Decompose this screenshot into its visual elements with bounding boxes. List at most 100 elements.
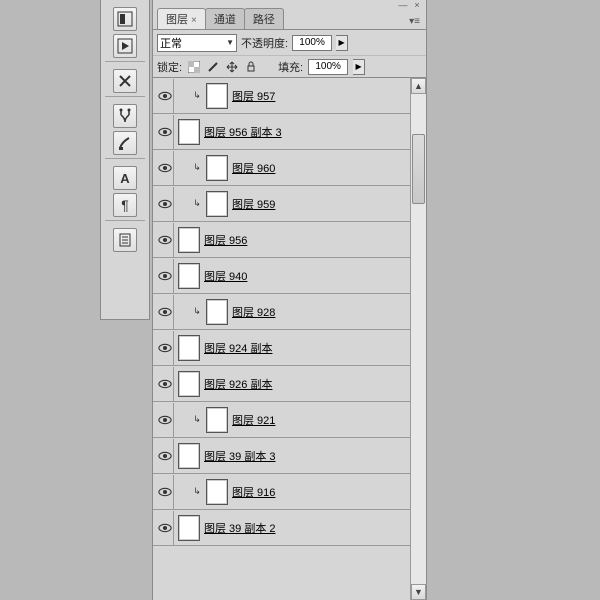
chevron-down-icon: ▼ <box>226 38 234 47</box>
blend-mode-value: 正常 <box>160 35 182 51</box>
scrollbar: ▲ ▼ <box>410 78 426 600</box>
layer-name[interactable]: 图层 959 <box>232 196 275 212</box>
opacity-label: 不透明度: <box>241 35 288 51</box>
visibility-toggle[interactable] <box>156 331 174 365</box>
layer-row[interactable]: ↳ 图层 957 <box>153 78 410 114</box>
lock-brush-icon[interactable] <box>206 60 220 74</box>
tool-masks-icon[interactable] <box>113 7 137 31</box>
tool-brush-icon[interactable] <box>113 131 137 155</box>
visibility-toggle[interactable] <box>156 439 174 473</box>
fill-label: 填充: <box>278 59 303 75</box>
layer-name[interactable]: 图层 924 副本 <box>204 340 272 356</box>
layer-row[interactable]: 图层 924 副本 <box>153 330 410 366</box>
visibility-toggle[interactable] <box>156 79 174 113</box>
layer-row[interactable]: 图层 956 <box>153 222 410 258</box>
lock-all-icon[interactable] <box>244 60 258 74</box>
panel-tabs: 图层× 通道 路径 ▾≡ <box>153 10 426 30</box>
close-icon[interactable]: × <box>412 1 422 9</box>
tool-fork-icon[interactable] <box>113 104 137 128</box>
layer-thumbnail[interactable] <box>206 479 228 505</box>
layer-thumbnail[interactable] <box>178 371 200 397</box>
scroll-track[interactable] <box>411 94 426 584</box>
layer-row[interactable]: ↳ 图层 928 <box>153 294 410 330</box>
tool-crossed-icon[interactable] <box>113 69 137 93</box>
panel-menu-icon[interactable]: ▾≡ <box>407 14 422 29</box>
scroll-down-button[interactable]: ▼ <box>411 584 426 600</box>
lock-fill-row: 锁定: 填充: 100% ▶ <box>153 56 426 78</box>
lock-move-icon[interactable] <box>225 60 239 74</box>
blend-mode-select[interactable]: 正常 ▼ <box>157 34 237 52</box>
visibility-toggle[interactable] <box>156 223 174 257</box>
layers-panel: — × 图层× 通道 路径 ▾≡ 正常 ▼ 不透明度: 100% ▶ 锁定: 填… <box>152 0 427 600</box>
layer-name[interactable]: 图层 957 <box>232 88 275 104</box>
layer-thumbnail[interactable] <box>206 407 228 433</box>
layer-name[interactable]: 图层 921 <box>232 412 275 428</box>
layer-name[interactable]: 图层 960 <box>232 160 275 176</box>
layer-name[interactable]: 图层 956 <box>204 232 247 248</box>
minimize-icon[interactable]: — <box>398 1 408 9</box>
lock-label: 锁定: <box>157 59 182 75</box>
layer-row[interactable]: ↳ 图层 959 <box>153 186 410 222</box>
tool-character-icon[interactable]: A <box>113 166 137 190</box>
tab-label: 通道 <box>214 14 236 26</box>
layer-thumbnail[interactable] <box>178 119 200 145</box>
layer-name[interactable]: 图层 39 副本 3 <box>204 448 276 464</box>
scroll-thumb[interactable] <box>412 134 425 204</box>
layer-name[interactable]: 图层 928 <box>232 304 275 320</box>
blend-opacity-row: 正常 ▼ 不透明度: 100% ▶ <box>153 30 426 56</box>
layer-thumbnail[interactable] <box>206 191 228 217</box>
layer-name[interactable]: 图层 940 <box>204 268 247 284</box>
visibility-toggle[interactable] <box>156 259 174 293</box>
visibility-toggle[interactable] <box>156 295 174 329</box>
clip-indicator-icon: ↳ <box>192 162 202 173</box>
layer-row[interactable]: ↳ 图层 960 <box>153 150 410 186</box>
clip-indicator-icon: ↳ <box>192 198 202 209</box>
visibility-toggle[interactable] <box>156 475 174 509</box>
opacity-flyout-icon[interactable]: ▶ <box>336 35 348 51</box>
layer-row[interactable]: 图层 956 副本 3 <box>153 114 410 150</box>
visibility-toggle[interactable] <box>156 403 174 437</box>
layer-thumbnail[interactable] <box>178 443 200 469</box>
fill-value[interactable]: 100% <box>308 59 348 75</box>
visibility-toggle[interactable] <box>156 187 174 221</box>
opacity-value[interactable]: 100% <box>292 35 332 51</box>
clip-indicator-icon: ↳ <box>192 90 202 101</box>
tab-channels[interactable]: 通道 <box>205 8 245 29</box>
visibility-toggle[interactable] <box>156 367 174 401</box>
tab-paths[interactable]: 路径 <box>244 8 284 29</box>
layer-thumbnail[interactable] <box>178 227 200 253</box>
visibility-toggle[interactable] <box>156 115 174 149</box>
layer-name[interactable]: 图层 916 <box>232 484 275 500</box>
tool-doc-icon[interactable] <box>113 228 137 252</box>
layers-list: ↳ 图层 957 图层 956 副本 3 ↳ 图层 960 ↳ 图层 959 图层 956 图层… <box>153 78 410 546</box>
layer-row[interactable]: ↳ 图层 921 <box>153 402 410 438</box>
clip-indicator-icon: ↳ <box>192 486 202 497</box>
lock-transparent-icon[interactable] <box>187 60 201 74</box>
scroll-up-button[interactable]: ▲ <box>411 78 426 94</box>
layer-thumbnail[interactable] <box>206 83 228 109</box>
layer-row[interactable]: 图层 926 副本 <box>153 366 410 402</box>
layer-row[interactable]: 图层 940 <box>153 258 410 294</box>
clip-indicator-icon: ↳ <box>192 306 202 317</box>
clip-indicator-icon: ↳ <box>192 414 202 425</box>
tab-close-icon[interactable]: × <box>191 15 197 26</box>
layer-thumbnail[interactable] <box>206 155 228 181</box>
layer-row[interactable]: 图层 39 副本 2 <box>153 510 410 546</box>
left-tool-rail: A ¶ <box>100 0 150 320</box>
tab-layers[interactable]: 图层× <box>157 8 206 29</box>
layer-thumbnail[interactable] <box>206 299 228 325</box>
visibility-toggle[interactable] <box>156 151 174 185</box>
layer-name[interactable]: 图层 926 副本 <box>204 376 272 392</box>
layer-thumbnail[interactable] <box>178 335 200 361</box>
layer-row[interactable]: 图层 39 副本 3 <box>153 438 410 474</box>
layer-name[interactable]: 图层 39 副本 2 <box>204 520 276 536</box>
visibility-toggle[interactable] <box>156 511 174 545</box>
tool-paragraph-icon[interactable]: ¶ <box>113 193 137 217</box>
tool-play-icon[interactable] <box>113 34 137 58</box>
layer-name[interactable]: 图层 956 副本 3 <box>204 124 282 140</box>
layer-thumbnail[interactable] <box>178 515 200 541</box>
fill-flyout-icon[interactable]: ▶ <box>353 59 365 75</box>
layer-row[interactable]: ↳ 图层 916 <box>153 474 410 510</box>
layers-list-wrap: ↳ 图层 957 图层 956 副本 3 ↳ 图层 960 ↳ 图层 959 图层 956 图层… <box>153 78 426 600</box>
layer-thumbnail[interactable] <box>178 263 200 289</box>
